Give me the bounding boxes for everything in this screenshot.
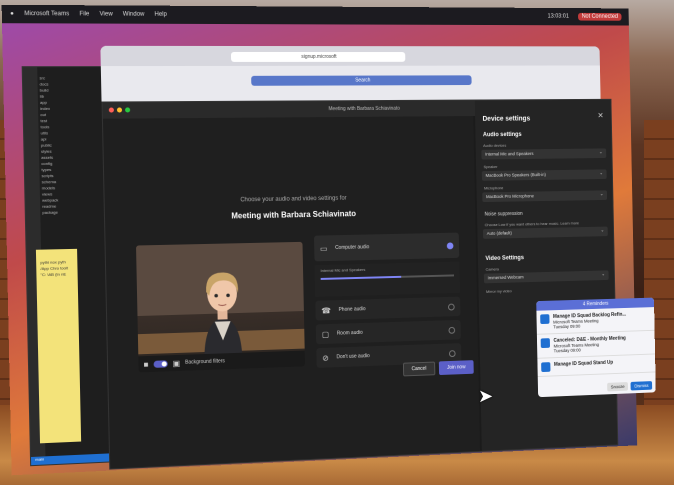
virtual-desktop: ● Microsoft Teams File View Window Help … [1,4,656,476]
menubar-app-name[interactable]: Microsoft Teams [24,11,69,17]
speaker-select[interactable]: MacBook Pro Speakers (Built-in) [481,169,607,181]
dismiss-button[interactable]: Dismiss [630,381,653,391]
calendar-icon [541,362,551,373]
audio-settings-heading: Audio settings [482,132,522,139]
room-audio-radio[interactable] [448,326,456,334]
monitor-icon: ▭ [319,243,328,253]
window-controls[interactable] [108,107,131,113]
phone-icon: ☎ [321,305,332,315]
audio-device-label: Audio devices [483,142,507,148]
action-buttons: Cancel Join now [402,360,475,377]
teams-prejoin-window: Meeting with Barbara Schiavinato Choose … [101,98,619,470]
reminder-title: Manage ID Squad Stand Up [553,359,614,368]
room-audio-label: Room audio [336,329,363,337]
phone-audio-option[interactable]: ☎ Phone audio [315,296,461,321]
mouse-cursor-icon: ➤ [478,386,494,406]
speakers-label: Internal Mic and Speakers [320,266,366,274]
reminder-time: Tuesday 09:00 [553,323,581,330]
connection-status-badge[interactable]: Not Connected [577,12,622,21]
close-window-icon[interactable] [108,107,114,113]
computer-audio-label: Computer audio [335,244,370,251]
no-audio-label: Don't use audio [336,353,370,361]
computer-audio-option[interactable]: ▭ Computer audio [313,232,460,262]
video-settings-heading: Video Settings [485,255,524,263]
calendar-icon [540,338,550,349]
background-effects-icon[interactable]: ▣ [172,358,180,367]
snooze-button[interactable]: Snooze [607,382,629,392]
room-audio-option[interactable]: ▢ Room audio [315,319,461,345]
reminder-time: Tuesday 09:00 [553,347,581,354]
mirror-video-label[interactable]: Mirror my video [486,286,607,294]
meeting-title: Meeting with Barbara Schiavinato [231,209,357,221]
prejoin-main: Choose your audio and video settings for… [102,116,480,469]
video-controls: ■ ▣ Background filters [138,350,306,373]
note-text: pythi nox pyth /App Chro toolt "C: \AB (… [40,259,68,278]
audio-options: ▭ Computer audio Internal Mic and Speake… [313,232,462,372]
zoom-window-icon[interactable] [125,107,131,113]
video-preview: ■ ▣ Background filters [136,241,306,373]
choose-settings-text: Choose your audio and video settings for [240,195,347,204]
noise-suppression-label: Noise suppression [484,211,523,218]
menu-window[interactable]: Window [123,12,145,18]
no-audio-radio[interactable] [448,349,456,357]
minimize-window-icon[interactable] [116,107,123,113]
calendar-icon [540,314,550,325]
close-icon[interactable]: ✕ [597,111,603,120]
audio-device-select[interactable]: Internal Mic and Speakers [481,148,607,160]
reminders-notification: 4 Reminders Manage ID Squad Backlog Refi… [536,297,656,398]
camera-select[interactable]: Immersed Webcam [483,270,609,284]
browser-tab-bar[interactable]: signup.microsoft [100,45,600,67]
noise-suppression-select[interactable]: Auto (default) [482,226,608,239]
menu-file[interactable]: File [79,11,89,17]
window-title: Meeting with Barbara Schiavinato [328,105,400,113]
volume-slider[interactable] [320,274,455,280]
microphone-select[interactable]: MacBook Pro Microphone [482,190,608,203]
background-filters-label[interactable]: Background filters [185,358,225,365]
camera-toggle[interactable] [153,359,168,368]
browser-address-bar[interactable]: signup.microsoft [230,51,406,62]
computer-audio-radio[interactable] [446,241,454,249]
reminder-item[interactable]: Manage ID Squad Stand Up [537,354,656,378]
mac-menubar: ● Microsoft Teams File View Window Help … [1,4,629,26]
browser-search-field[interactable]: Search [251,75,472,86]
apple-icon[interactable]: ● [10,11,14,17]
speaker-controls: Internal Mic and Speakers [314,261,460,297]
cancel-button[interactable]: Cancel [402,361,435,377]
no-audio-icon: ⊘ [322,353,329,363]
browser-window: signup.microsoft Search [100,45,601,107]
phone-audio-label: Phone audio [338,306,366,313]
menu-help[interactable]: Help [154,12,167,18]
join-now-button[interactable]: Join now [438,360,475,376]
room-icon: ▢ [321,329,330,339]
speaker-label: Speaker [483,164,498,170]
camera-icon[interactable]: ■ [143,360,148,369]
avatar-illustration [203,273,243,355]
microphone-label: Microphone [483,185,504,191]
phone-audio-radio[interactable] [447,303,455,311]
device-settings-panel: ✕ Device settings Audio settings Audio d… [474,99,618,451]
menubar-clock: 13:03:01 [547,13,570,20]
menu-view[interactable]: View [100,11,113,17]
device-settings-title: Device settings [482,115,531,123]
